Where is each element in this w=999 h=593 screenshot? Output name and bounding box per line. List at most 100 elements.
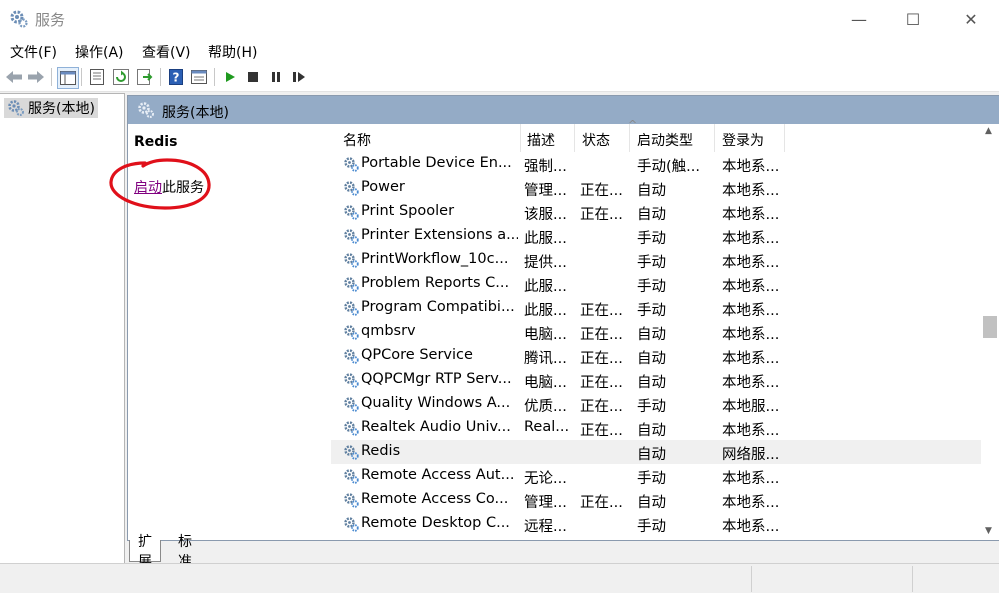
export-icon[interactable]	[135, 67, 155, 87]
table-row[interactable]: qmbsrv 电脑... 正在... 自动 本地系...	[331, 320, 983, 344]
stop-icon[interactable]	[243, 67, 263, 87]
cell-name: Remote Access Aut...	[361, 467, 515, 483]
service-gear-icon	[344, 301, 359, 316]
column-header-startup-type[interactable]: 启动类型	[630, 124, 715, 152]
table-row[interactable]: Realtek Audio Univ... Real... 正在... 自动 本地系..…	[331, 416, 983, 440]
cell-status: 正在...	[580, 303, 623, 319]
view-icon[interactable]	[189, 67, 209, 87]
title-bar: 服务 — ☐ ✕	[0, 0, 999, 38]
cell-status: 正在...	[580, 495, 623, 511]
help-icon[interactable]: ?	[166, 67, 186, 87]
table-row[interactable]: Print Spooler 该服... 正在... 自动 本地系...	[331, 200, 983, 224]
cell-logon: 本地系...	[722, 327, 780, 343]
refresh-icon[interactable]	[111, 67, 131, 87]
cell-desc: 无论...	[524, 471, 567, 487]
cell-name: Quality Windows A...	[361, 395, 511, 411]
cell-logon: 本地系...	[722, 375, 780, 391]
table-row[interactable]: Power 管理... 正在... 自动 本地系...	[331, 176, 983, 200]
table-row[interactable]: Program Compatibi... 此服... 正在... 手动 本地系...	[331, 296, 983, 320]
scroll-up-icon[interactable]: ▲	[985, 126, 992, 136]
cell-startup: 手动	[637, 303, 666, 319]
start-service-suffix: 此服务	[162, 180, 204, 196]
column-header-description[interactable]: 描述	[521, 124, 575, 152]
start-service-link[interactable]: 启动	[134, 180, 162, 196]
service-gear-icon	[344, 517, 359, 532]
table-row[interactable]: QQPCMgr RTP Serv... 电脑... 正在... 自动 本地系...	[331, 368, 983, 392]
services-gear-icon	[10, 10, 28, 28]
column-header-status[interactable]: 状态	[575, 124, 630, 152]
cell-status: 正在...	[580, 399, 623, 415]
cell-logon: 本地系...	[722, 159, 780, 175]
cell-desc: 优质...	[524, 399, 567, 415]
menu-help[interactable]: 帮助(H)	[208, 42, 257, 62]
table-row[interactable]: QPCore Service 腾讯... 正在... 自动 本地系...	[331, 344, 983, 368]
show-tree-icon[interactable]	[57, 67, 79, 89]
main-panel: 服务(本地) Redis 启动此服务 ^ 名称 描述 状态 启动类型 登录为 P…	[109, 95, 999, 541]
cell-name: Realtek Audio Univ...	[361, 419, 511, 435]
forward-icon[interactable]	[26, 67, 46, 87]
properties-icon[interactable]	[87, 67, 107, 87]
menu-bar: 文件(F) 操作(A) 查看(V) 帮助(H)	[0, 38, 999, 64]
table-row[interactable]: Printer Extensions a... 此服... 手动 本地系...	[331, 224, 983, 248]
cell-logon: 本地系...	[722, 207, 780, 223]
scroll-down-icon[interactable]: ▼	[985, 526, 992, 536]
table-row[interactable]: Problem Reports C... 此服... 手动 本地系...	[331, 272, 983, 296]
cell-name: Redis	[361, 443, 401, 459]
pause-icon[interactable]	[266, 67, 286, 87]
column-header-logon[interactable]: 登录为	[715, 124, 785, 152]
cell-startup: 手动	[637, 471, 666, 487]
service-gear-icon	[344, 373, 359, 388]
menu-action[interactable]: 操作(A)	[75, 42, 124, 62]
menu-view[interactable]: 查看(V)	[142, 42, 191, 62]
cell-name: Portable Device En...	[361, 155, 512, 171]
minimize-button[interactable]: —	[831, 0, 887, 38]
cell-status: 正在...	[580, 423, 623, 439]
scroll-thumb[interactable]	[983, 316, 997, 338]
service-gear-icon	[344, 493, 359, 508]
cell-desc: Real...	[524, 419, 570, 435]
vertical-scrollbar[interactable]: ▲ ▼	[981, 124, 998, 538]
table-row[interactable]: PrintWorkflow_10c... 提供... 手动 本地系...	[331, 248, 983, 272]
start-service-link-row: 启动此服务	[134, 177, 204, 197]
cell-desc: 该服...	[524, 207, 567, 223]
status-bar	[0, 563, 999, 593]
cell-desc: 管理...	[524, 495, 567, 511]
cell-startup: 手动(触...	[637, 159, 700, 175]
tree-item-label: 服务(本地)	[28, 101, 95, 117]
table-row[interactable]: Portable Device En... 强制... 手动(触... 本地系...	[331, 152, 983, 176]
table-row[interactable]: Remote Access Co... 管理... 正在... 自动 本地系...	[331, 488, 983, 512]
table-row[interactable]: Remote Access Aut... 无论... 手动 本地系...	[331, 464, 983, 488]
cell-logon: 本地系...	[722, 279, 780, 295]
main-header-title: 服务(本地)	[162, 105, 229, 121]
service-gear-icon	[344, 157, 359, 172]
maximize-button[interactable]: ☐	[885, 0, 941, 38]
service-gear-icon	[344, 445, 359, 460]
close-button[interactable]: ✕	[943, 0, 999, 38]
cell-startup: 自动	[637, 447, 666, 463]
cell-startup: 自动	[637, 351, 666, 367]
cell-status: 正在...	[580, 351, 623, 367]
cell-desc: 电脑...	[524, 327, 567, 343]
cell-desc: 此服...	[524, 303, 567, 319]
cell-status: 正在...	[580, 207, 623, 223]
cell-logon: 本地系...	[722, 471, 780, 487]
cell-logon: 网络服...	[722, 447, 780, 463]
table-row[interactable]: Quality Windows A... 优质... 正在... 手动 本地服...	[331, 392, 983, 416]
table-row[interactable]: Redis 自动 网络服...	[331, 440, 983, 464]
back-icon[interactable]	[4, 67, 24, 87]
column-header-name[interactable]: 名称	[331, 124, 521, 152]
restart-icon[interactable]	[289, 67, 309, 87]
tab-extended[interactable]: 扩展	[129, 534, 161, 570]
cell-logon: 本地系...	[722, 519, 780, 535]
start-icon[interactable]	[220, 67, 240, 87]
tree-item-services-local[interactable]: 服务(本地)	[4, 98, 98, 118]
cell-name: Print Spooler	[361, 203, 455, 219]
menu-file[interactable]: 文件(F)	[10, 42, 57, 62]
table-row[interactable]: Remote Desktop C... 远程... 手动 本地系...	[331, 512, 983, 536]
cell-desc: 电脑...	[524, 375, 567, 391]
tab-standard[interactable]: 标准	[170, 534, 200, 570]
cell-desc: 管理...	[524, 183, 567, 199]
cell-startup: 自动	[637, 207, 666, 223]
cell-logon: 本地系...	[722, 183, 780, 199]
services-gear-icon	[8, 100, 24, 116]
